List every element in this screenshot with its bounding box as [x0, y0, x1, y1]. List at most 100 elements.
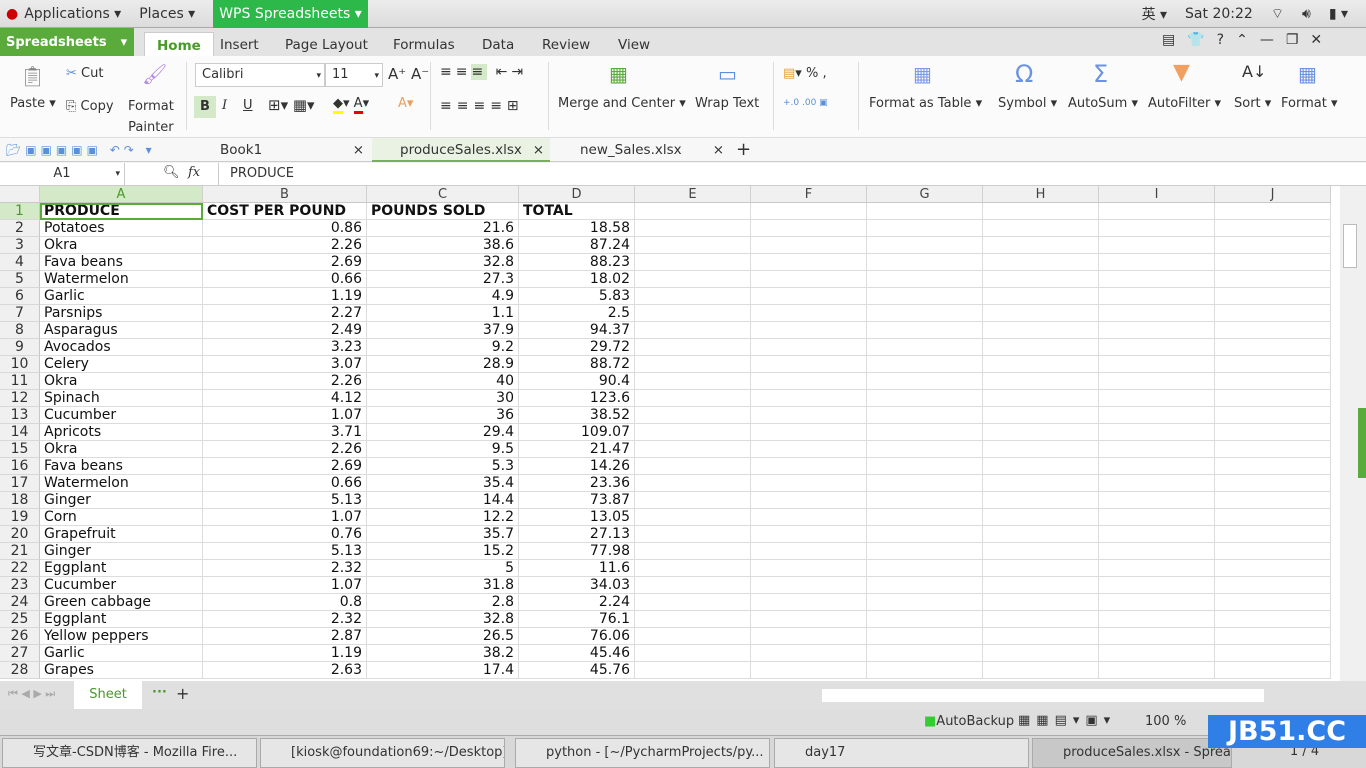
bold-button[interactable]: B — [194, 96, 216, 118]
zoom-level[interactable]: 100 % — [1145, 714, 1186, 729]
table-cell[interactable] — [983, 390, 1099, 407]
table-cell[interactable] — [983, 492, 1099, 509]
row-header[interactable]: 17 — [0, 475, 40, 492]
table-cell[interactable] — [635, 492, 751, 509]
table-cell[interactable] — [1215, 441, 1331, 458]
table-cell[interactable]: 2.69 — [203, 458, 367, 475]
table-cell[interactable]: Asparagus — [40, 322, 203, 339]
table-cell[interactable]: 18.02 — [519, 271, 635, 288]
table-cell[interactable] — [867, 237, 983, 254]
table-cell[interactable] — [983, 407, 1099, 424]
merge-center-button[interactable]: Merge and Center ▾ — [558, 96, 686, 111]
table-cell[interactable] — [635, 475, 751, 492]
table-cell[interactable] — [751, 390, 867, 407]
taskbar-item[interactable]: produceSales.xlsx - Spreadsheets — [1032, 738, 1232, 768]
table-cell[interactable] — [867, 628, 983, 645]
table-cell[interactable]: 9.5 — [367, 441, 519, 458]
table-cell[interactable] — [1215, 220, 1331, 237]
table-cell[interactable]: Okra — [40, 373, 203, 390]
table-cell[interactable]: 36 — [367, 407, 519, 424]
border-buttons[interactable]: ⊞▾ ▦▾ — [268, 96, 315, 114]
table-cell[interactable]: Eggplant — [40, 560, 203, 577]
autobackup-button[interactable]: ■AutoBackup — [924, 714, 1014, 729]
table-cell[interactable] — [1215, 560, 1331, 577]
table-cell[interactable]: 29.4 — [367, 424, 519, 441]
table-cell[interactable] — [983, 288, 1099, 305]
table-cell[interactable]: 35.7 — [367, 526, 519, 543]
table-cell[interactable] — [1099, 458, 1215, 475]
zoom-function-icon[interactable]: 🔍︎ — [163, 165, 180, 180]
table-cell[interactable]: 38.6 — [367, 237, 519, 254]
table-cell[interactable]: 21.47 — [519, 441, 635, 458]
table-cell[interactable] — [867, 492, 983, 509]
column-header[interactable]: I — [1099, 186, 1215, 203]
table-cell[interactable] — [983, 424, 1099, 441]
table-cell[interactable] — [867, 526, 983, 543]
table-cell[interactable]: 4.12 — [203, 390, 367, 407]
side-panel-handle[interactable] — [1358, 408, 1366, 478]
battery-icon[interactable]: ▮ ▾ — [1329, 6, 1348, 22]
row-header[interactable]: 21 — [0, 543, 40, 560]
table-cell[interactable]: 2.87 — [203, 628, 367, 645]
table-cell[interactable] — [635, 237, 751, 254]
table-cell[interactable] — [751, 662, 867, 679]
ime-indicator[interactable]: 英 ▾ — [1142, 4, 1167, 24]
table-cell[interactable] — [1099, 356, 1215, 373]
table-cell[interactable] — [983, 662, 1099, 679]
symbol-button[interactable]: Symbol ▾ — [998, 96, 1057, 111]
table-cell[interactable] — [867, 305, 983, 322]
table-cell[interactable]: 5 — [367, 560, 519, 577]
table-cell[interactable] — [867, 475, 983, 492]
table-cell[interactable] — [983, 339, 1099, 356]
table-cell[interactable] — [1215, 475, 1331, 492]
table-cell[interactable]: Green cabbage — [40, 594, 203, 611]
table-cell[interactable] — [1099, 288, 1215, 305]
table-cell[interactable]: Garlic — [40, 288, 203, 305]
header-cell[interactable] — [983, 203, 1099, 220]
close-icon[interactable]: × — [353, 138, 364, 162]
row-header[interactable]: 7 — [0, 305, 40, 322]
table-cell[interactable]: 2.26 — [203, 373, 367, 390]
table-cell[interactable] — [1099, 407, 1215, 424]
table-cell[interactable]: Ginger — [40, 492, 203, 509]
table-cell[interactable] — [867, 662, 983, 679]
row-header[interactable]: 5 — [0, 271, 40, 288]
table-cell[interactable]: 2.63 — [203, 662, 367, 679]
table-cell[interactable]: 37.9 — [367, 322, 519, 339]
close-icon[interactable]: × — [533, 138, 544, 162]
table-cell[interactable] — [635, 645, 751, 662]
table-cell[interactable] — [635, 662, 751, 679]
table-cell[interactable] — [1215, 373, 1331, 390]
table-cell[interactable] — [867, 509, 983, 526]
horizontal-scrollbar[interactable] — [822, 689, 1264, 702]
table-cell[interactable] — [751, 322, 867, 339]
cut-button[interactable]: ✂ Cut — [66, 66, 103, 81]
header-cell[interactable]: COST PER POUND — [203, 203, 367, 220]
table-cell[interactable]: 34.03 — [519, 577, 635, 594]
row-header[interactable]: 24 — [0, 594, 40, 611]
table-cell[interactable] — [635, 220, 751, 237]
font-size-select[interactable]: 11 ▾ — [325, 63, 383, 87]
table-cell[interactable] — [1215, 577, 1331, 594]
table-cell[interactable]: 26.5 — [367, 628, 519, 645]
table-cell[interactable]: 109.07 — [519, 424, 635, 441]
table-cell[interactable] — [983, 560, 1099, 577]
table-cell[interactable] — [983, 509, 1099, 526]
taskbar-item[interactable]: day17 — [774, 738, 1029, 768]
table-cell[interactable] — [751, 560, 867, 577]
table-cell[interactable] — [1215, 611, 1331, 628]
clock[interactable]: Sat 20:22 — [1185, 6, 1253, 22]
autosum-button[interactable]: AutoSum ▾ — [1068, 96, 1138, 111]
table-cell[interactable] — [1099, 271, 1215, 288]
table-cell[interactable] — [867, 458, 983, 475]
table-cell[interactable]: 28.9 — [367, 356, 519, 373]
table-cell[interactable]: 94.37 — [519, 322, 635, 339]
new-tab-button[interactable]: + — [736, 138, 751, 162]
table-cell[interactable]: 15.2 — [367, 543, 519, 560]
column-header[interactable]: D — [519, 186, 635, 203]
scroll-thumb[interactable] — [1343, 224, 1357, 268]
table-cell[interactable]: 0.66 — [203, 475, 367, 492]
table-cell[interactable] — [751, 492, 867, 509]
table-cell[interactable] — [1099, 237, 1215, 254]
table-cell[interactable] — [1215, 645, 1331, 662]
